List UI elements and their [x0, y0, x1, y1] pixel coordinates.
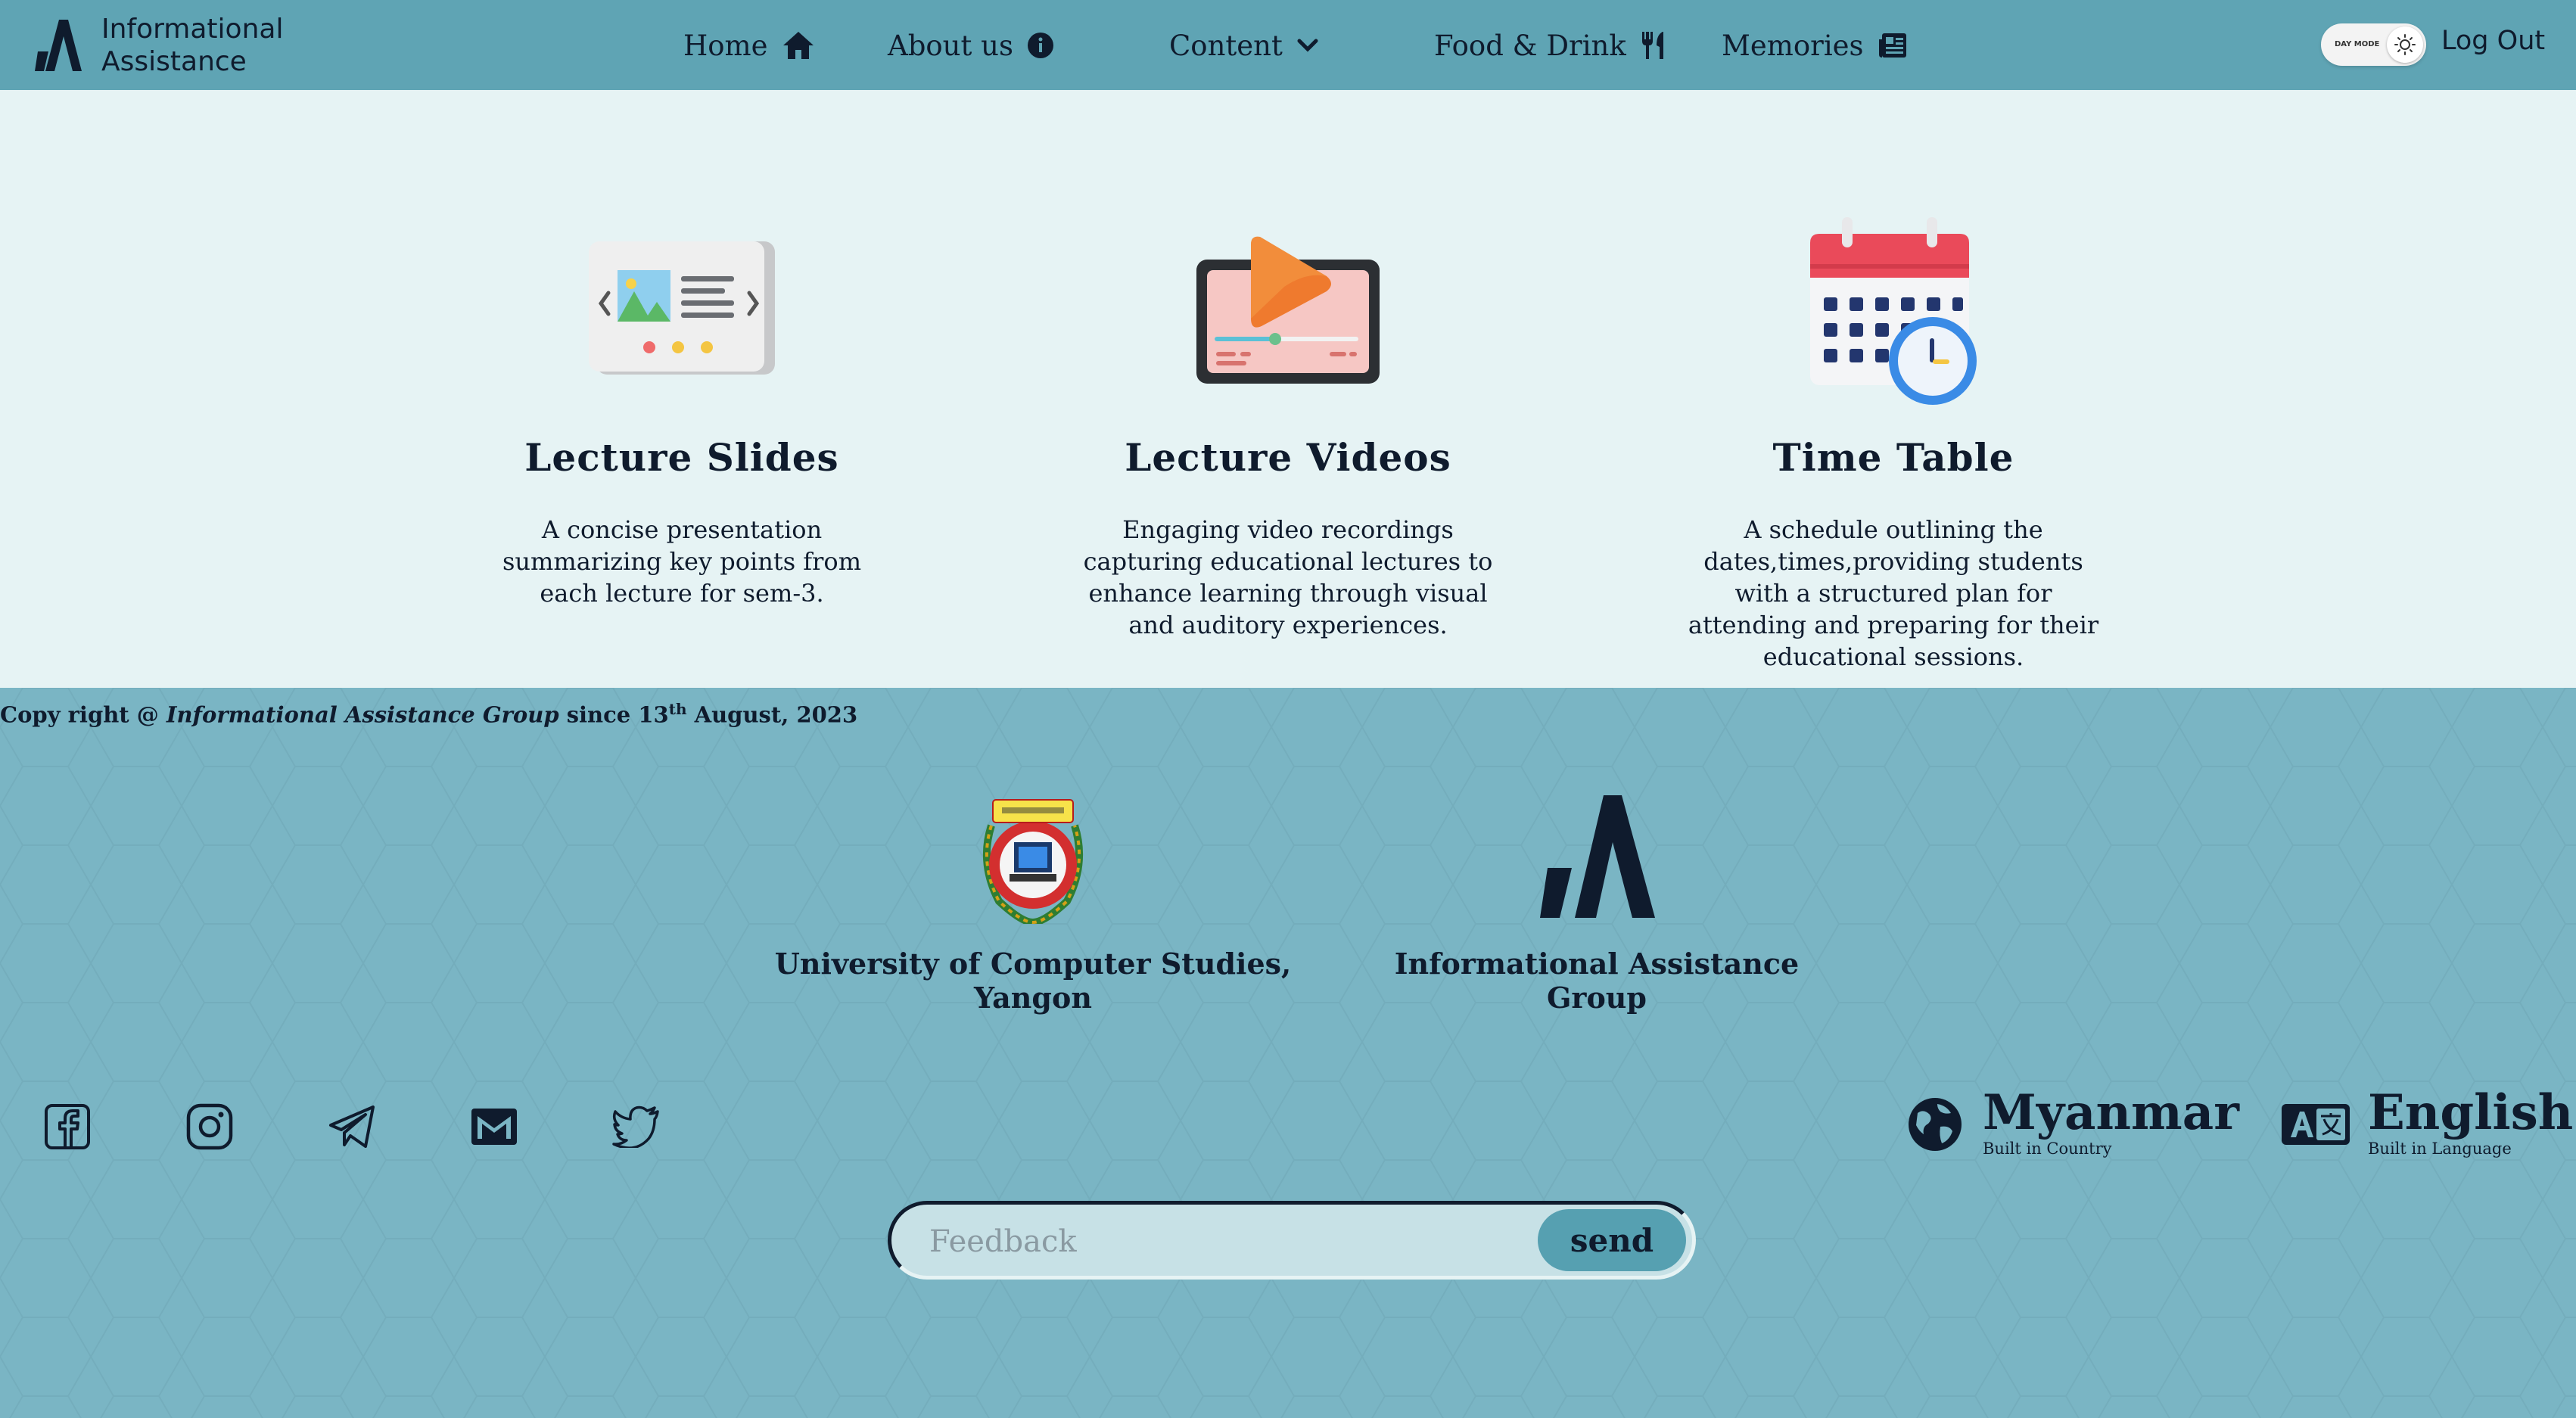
hex-pattern-background [0, 688, 2576, 1418]
copyright-group: Informational Assistance Group [166, 701, 559, 728]
instagram-link[interactable] [183, 1100, 236, 1153]
newspaper-icon [1878, 33, 1906, 58]
nav-content-label: Content [1169, 29, 1283, 62]
email-link[interactable] [468, 1100, 521, 1153]
ia-group-logo-icon [1540, 795, 1655, 918]
toggle-knob [2387, 26, 2423, 63]
logout-link[interactable]: Log Out [2441, 26, 2545, 56]
twitter-link[interactable] [610, 1100, 663, 1153]
brand-line1: Informational [101, 14, 284, 45]
card-lecture-slides[interactable]: Lecture Slides A concise presentation su… [440, 90, 924, 688]
instagram-icon [186, 1103, 233, 1150]
copyright-sup: th [668, 700, 687, 718]
card-time-table[interactable]: Time Table A schedule outlining the date… [1651, 90, 2136, 688]
nav-home[interactable]: Home [683, 21, 815, 70]
org-ucsy-name: University of Computer Studies, Yangon [774, 947, 1292, 1015]
card-title: Lecture Videos [1125, 435, 1451, 480]
home-icon [782, 32, 814, 59]
chevron-down-icon [1297, 39, 1318, 52]
info-icon [1027, 33, 1053, 58]
mail-icon [471, 1109, 517, 1145]
facebook-link[interactable] [41, 1100, 94, 1153]
country-badge: Myanmar Built in Country [1907, 1089, 2239, 1160]
twitter-icon [612, 1105, 659, 1148]
ucsy-emblem-icon [982, 799, 1084, 924]
calendar-clock-icon [1810, 217, 1977, 405]
ia-logo-icon [35, 20, 82, 71]
nav-food-drink[interactable]: Food & Drink [1434, 21, 1667, 70]
nav-food-drink-label: Food & Drink [1434, 29, 1626, 62]
card-description: A schedule outlining the dates,times,pro… [1688, 515, 2099, 671]
copyright-since: since 13 [566, 701, 669, 728]
brand-logo[interactable]: Informational Assistance [35, 14, 283, 77]
feedback-input[interactable] [928, 1218, 1521, 1265]
copyright-prefix: Copy right @ [0, 701, 159, 728]
language-name: English [2368, 1084, 2574, 1141]
content-section: Lecture Slides A concise presentation su… [0, 90, 2576, 688]
video-icon [1196, 236, 1380, 384]
country-text: Myanmar Built in Country [1983, 1089, 2239, 1160]
nav-content[interactable]: Content [1169, 21, 1319, 70]
nav-about[interactable]: About us [888, 21, 1054, 70]
top-navbar: Informational Assistance Home About us C… [0, 0, 2576, 90]
facebook-icon [45, 1104, 90, 1149]
translate-icon [2282, 1104, 2350, 1145]
card-title: Lecture Slides [524, 435, 839, 480]
nav-memories[interactable]: Memories [1722, 21, 1908, 70]
day-mode-label: DAY MODE [2335, 40, 2380, 48]
language-badge: English Built in Language [2282, 1089, 2573, 1160]
nav-home-label: Home [683, 29, 768, 62]
slides-icon [589, 241, 775, 375]
nav-memories-label: Memories [1722, 29, 1864, 62]
send-button[interactable]: send [1538, 1209, 1686, 1271]
language-text: English Built in Language [2368, 1089, 2573, 1160]
card-description: A concise presentation summarizing key p… [502, 515, 862, 608]
globe-icon [1909, 1098, 1962, 1151]
card-lecture-videos[interactable]: Lecture Videos Engaging video recordings… [1046, 90, 1530, 688]
footer: Copy right @ Informational Assistance Gr… [0, 688, 2576, 1418]
sun-icon [2394, 34, 2416, 55]
card-description: Engaging video recordings capturing educ… [1083, 515, 1493, 639]
telegram-link[interactable] [325, 1100, 378, 1153]
feedback-form: send [888, 1201, 1696, 1280]
brand-text: Informational Assistance [101, 13, 283, 78]
country-name: Myanmar [1983, 1084, 2239, 1141]
brand-line2: Assistance [101, 46, 247, 77]
telegram-icon [329, 1105, 375, 1148]
day-mode-toggle[interactable]: DAY MODE [2321, 23, 2426, 66]
copyright-text: Copy right @ Informational Assistance Gr… [0, 688, 857, 736]
nav-about-label: About us [888, 29, 1013, 62]
card-title: Time Table [1772, 435, 2014, 480]
copyright-date: August, 2023 [694, 701, 858, 728]
org-ia-group-name: Informational Assistance Group [1394, 947, 1800, 1015]
utensils-icon [1641, 32, 1663, 59]
